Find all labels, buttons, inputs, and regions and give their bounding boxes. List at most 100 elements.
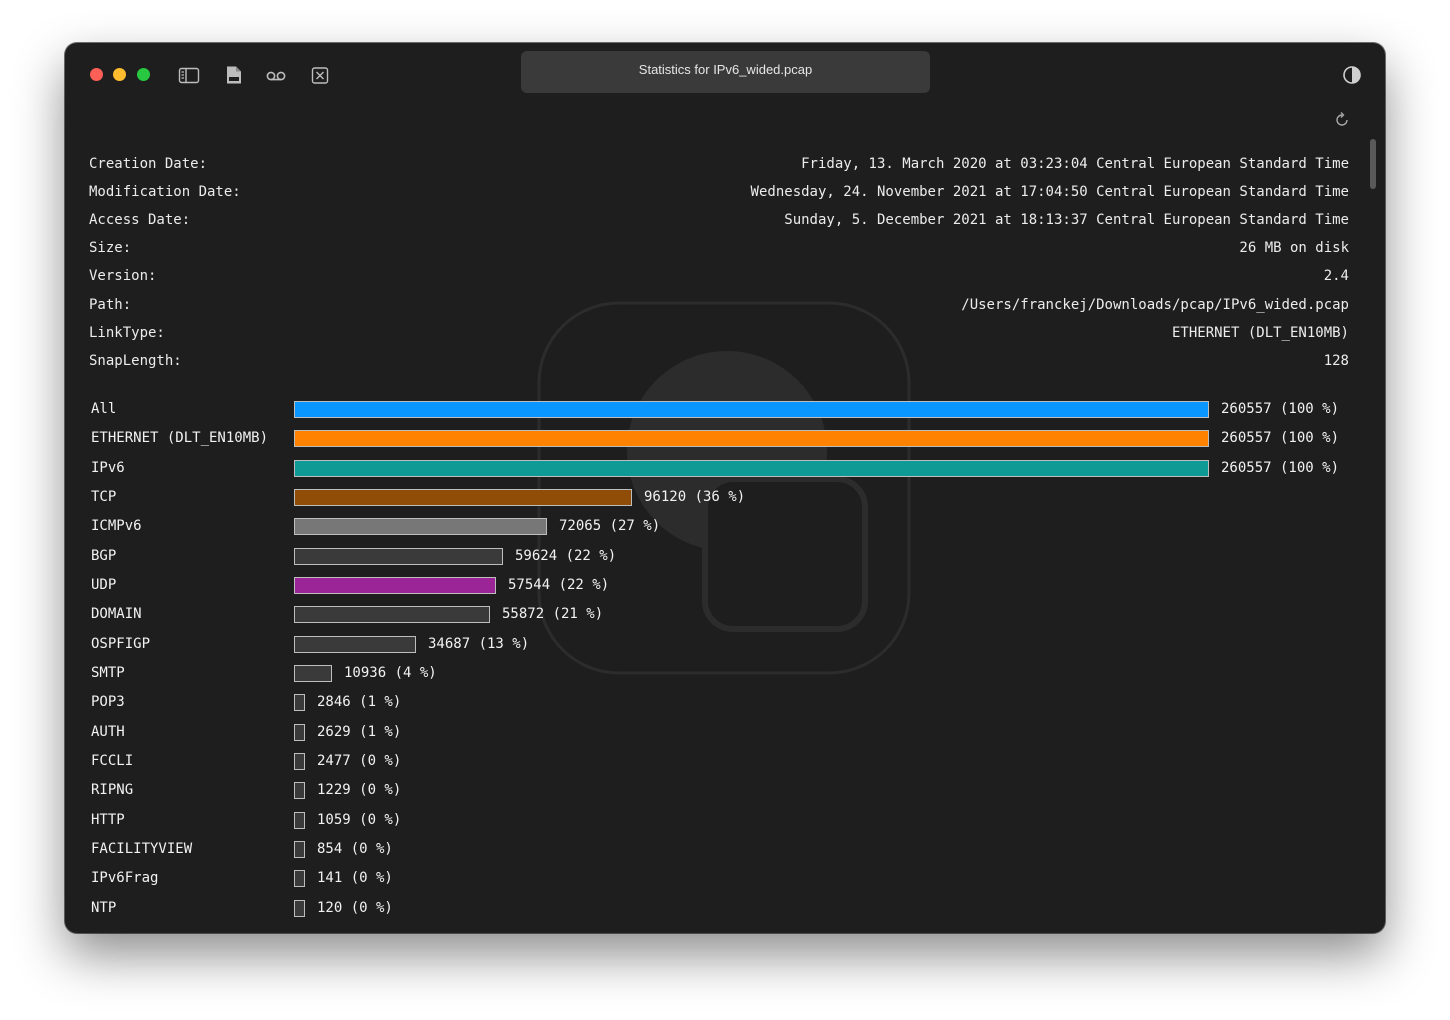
protocol-row: NTP 120 (0 %)	[91, 898, 1361, 922]
protocol-name: NTP	[91, 899, 117, 916]
protocol-bar	[294, 664, 332, 682]
protocol-count: 59624 (22 %)	[515, 547, 617, 564]
protocol-count: 260557 (100 %)	[1221, 430, 1340, 447]
refresh-icon[interactable]	[1333, 111, 1351, 129]
protocol-count: 854 (0 %)	[317, 840, 393, 857]
protocol-count: 2477 (0 %)	[317, 752, 402, 769]
info-row-path: Path: /Users/franckej/Downloads/pcap/IPv…	[89, 297, 1349, 319]
pcap-file-icon[interactable]	[223, 65, 245, 85]
protocol-row: FCCLI 2477 (0 %)	[91, 751, 1361, 775]
protocol-name: SMTP	[91, 664, 125, 681]
protocol-bar	[294, 694, 305, 712]
info-row-access-date: Access Date: Sunday, 5. December 2021 at…	[89, 212, 1349, 234]
vertical-scrollbar[interactable]	[1368, 135, 1378, 933]
scrollbar-thumb[interactable]	[1370, 139, 1376, 189]
minimize-window-button[interactable]	[113, 68, 126, 81]
info-label: Creation Date:	[89, 156, 208, 172]
protocol-count: 120 (0 %)	[317, 899, 393, 916]
zoom-window-button[interactable]	[137, 68, 150, 81]
protocol-count: 2629 (1 %)	[317, 723, 402, 740]
protocol-name: ETHERNET (DLT_EN10MB)	[91, 430, 269, 447]
protocol-bar	[294, 840, 305, 858]
protocol-name: FCCLI	[91, 752, 134, 769]
protocol-row: All 260557 (100 %)	[91, 399, 1361, 423]
info-value: Wednesday, 24. November 2021 at 17:04:50…	[750, 184, 1349, 200]
protocol-bar	[294, 899, 305, 917]
protocol-bar	[294, 606, 490, 624]
protocol-bar	[294, 488, 632, 506]
protocol-row: ICMPv6 72065 (27 %)	[91, 516, 1361, 540]
protocol-bar	[294, 723, 305, 741]
protocol-name: ICMPv6	[91, 518, 142, 535]
info-value: 2.4	[1323, 268, 1349, 284]
protocol-row: OSPFIGP 34687 (13 %)	[91, 634, 1361, 658]
info-row-linktype: LinkType: ETHERNET (DLT_EN10MB)	[89, 325, 1349, 347]
protocol-count: 34687 (13 %)	[428, 635, 530, 652]
info-row-modification-date: Modification Date: Wednesday, 24. Novemb…	[89, 184, 1349, 206]
protocol-count: 141 (0 %)	[317, 870, 393, 887]
protocol-count: 1229 (0 %)	[317, 782, 402, 799]
protocol-count: 57544 (22 %)	[508, 576, 610, 593]
info-label: Version:	[89, 268, 157, 284]
statistics-window: Statistics for IPv6_wided.pcap Creation …	[65, 43, 1385, 933]
protocol-bar	[294, 635, 416, 653]
window-title-field: Statistics for IPv6_wided.pcap	[521, 51, 930, 93]
protocol-name: BGP	[91, 547, 117, 564]
protocol-count: 10936 (4 %)	[344, 664, 437, 681]
protocol-bar	[294, 459, 1209, 477]
protocol-name: AUTH	[91, 723, 125, 740]
protocol-row: POP3 2846 (1 %)	[91, 692, 1361, 716]
protocol-bar	[294, 811, 305, 829]
protocol-row: IPv6Frag 141 (0 %)	[91, 868, 1361, 892]
protocol-name: POP3	[91, 694, 125, 711]
title-bar: Statistics for IPv6_wided.pcap	[65, 43, 1385, 103]
protocol-row: IPv6 260557 (100 %)	[91, 458, 1361, 482]
protocol-bar	[294, 752, 305, 770]
voicemail-icon[interactable]	[265, 65, 287, 85]
protocol-name: HTTP	[91, 811, 125, 828]
info-value: 128	[1323, 353, 1349, 369]
protocol-row: AUTH 2629 (1 %)	[91, 722, 1361, 746]
protocol-row: UDP 57544 (22 %)	[91, 575, 1361, 599]
protocol-row: ETHERNET (DLT_EN10MB) 260557 (100 %)	[91, 428, 1361, 452]
protocol-bar	[294, 576, 496, 594]
protocol-count: 260557 (100 %)	[1221, 459, 1340, 476]
protocol-name: OSPFIGP	[91, 635, 151, 652]
protocol-row: RIPNG 1229 (0 %)	[91, 780, 1361, 804]
protocol-row: TCP 96120 (36 %)	[91, 487, 1361, 511]
protocol-count: 96120 (36 %)	[644, 488, 746, 505]
info-value[interactable]: /Users/franckej/Downloads/pcap/IPv6_wide…	[961, 297, 1349, 313]
info-label: Modification Date:	[89, 184, 241, 200]
info-label: Path:	[89, 297, 132, 313]
protocol-row: DOMAIN 55872 (21 %)	[91, 604, 1361, 628]
window-title: Statistics for IPv6_wided.pcap	[638, 62, 813, 77]
protocol-count: 2846 (1 %)	[317, 694, 402, 711]
protocol-name: IPv6Frag	[91, 870, 159, 887]
protocol-row: BGP 59624 (22 %)	[91, 546, 1361, 570]
contrast-icon[interactable]	[1342, 65, 1362, 85]
protocol-count: 1059 (0 %)	[317, 811, 402, 828]
protocol-name: DOMAIN	[91, 606, 142, 623]
close-box-icon[interactable]	[309, 65, 331, 85]
protocol-count: 72065 (27 %)	[559, 518, 661, 535]
close-window-button[interactable]	[90, 68, 103, 81]
info-row-snaplength: SnapLength: 128	[89, 353, 1349, 375]
info-label: LinkType:	[89, 325, 165, 341]
protocol-count: 260557 (100 %)	[1221, 401, 1340, 417]
protocol-name: TCP	[91, 488, 117, 505]
info-value: 26 MB on disk	[1239, 240, 1349, 256]
sidebar-icon[interactable]	[178, 65, 200, 85]
info-row-creation-date: Creation Date: Friday, 13. March 2020 at…	[89, 156, 1349, 178]
protocol-name: All	[91, 401, 117, 417]
protocol-count: 55872 (21 %)	[502, 606, 604, 623]
protocol-row: SMTP 10936 (4 %)	[91, 663, 1361, 687]
info-value: ETHERNET (DLT_EN10MB)	[1171, 325, 1349, 341]
protocol-row: FACILITYVIEW 854 (0 %)	[91, 839, 1361, 863]
info-label: Size:	[89, 240, 132, 256]
protocol-name: FACILITYVIEW	[91, 840, 193, 857]
protocol-bar	[294, 401, 1209, 418]
protocol-bar	[294, 782, 305, 800]
protocol-bar	[294, 430, 1209, 448]
info-row-version: Version: 2.4	[89, 268, 1349, 290]
protocol-name: IPv6	[91, 459, 125, 476]
